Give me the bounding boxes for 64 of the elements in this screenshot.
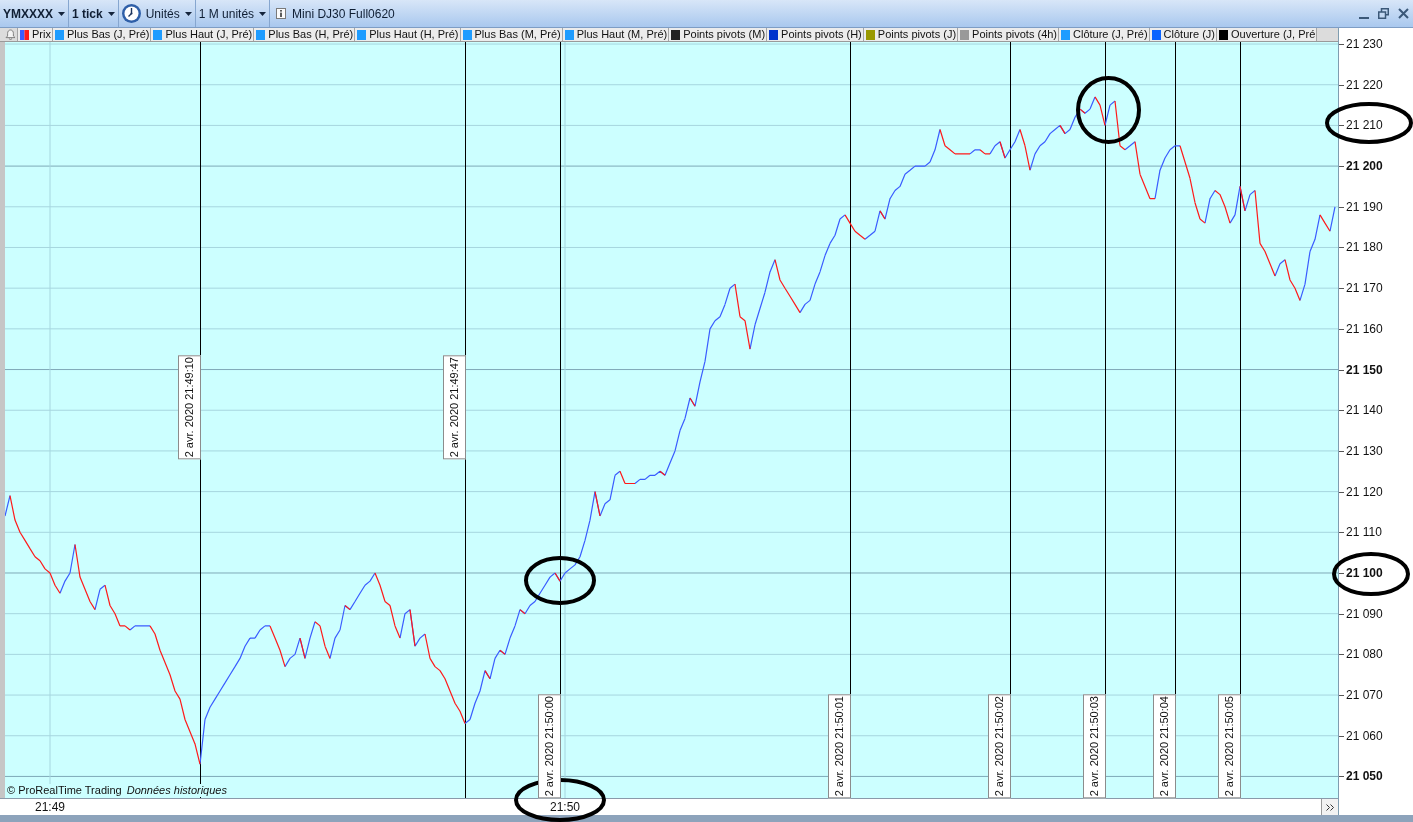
ellipse-mark <box>1076 76 1141 144</box>
quantity-dropdown[interactable]: 1 M unités <box>195 0 271 27</box>
legend-item[interactable]: Points pivots (H) <box>767 28 864 41</box>
axis-label: 21 160 <box>1346 321 1383 336</box>
double-chevron-icon <box>1326 803 1334 811</box>
chart-title: Mini DJ30 Full0620 <box>292 5 395 23</box>
ellipse-mark <box>524 556 596 605</box>
axis-label: 21 230 <box>1346 37 1383 52</box>
legend-item[interactable]: Plus Bas (M, Pré) <box>460 28 563 41</box>
legend-item[interactable]: Plus Haut (M, Pré) <box>562 28 670 41</box>
axis-label: 21 210 <box>1346 118 1383 133</box>
legend-item[interactable]: Ouverture (J, Pré <box>1216 28 1318 41</box>
axis-label: 21 150 <box>1346 362 1383 377</box>
restore-icon[interactable] <box>1378 8 1389 19</box>
axis-label: 21 060 <box>1346 728 1383 743</box>
legend-item[interactable]: Plus Haut (H, Pré) <box>355 28 461 41</box>
date-label: 2 avr. 2020 21:49:47 <box>443 355 466 460</box>
date-label: 2 avr. 2020 21:50:02 <box>988 693 1011 798</box>
scroll-right-button[interactable] <box>1321 799 1338 815</box>
axis-label: 21 090 <box>1346 606 1383 621</box>
close-icon[interactable] <box>1398 8 1409 19</box>
date-label: 2 avr. 2020 21:50:04 <box>1153 693 1176 798</box>
legend-item[interactable]: Clôture (J, Pré) <box>1059 28 1150 41</box>
axis-label: 21 190 <box>1346 199 1383 214</box>
legend-item[interactable]: Prix <box>18 28 53 41</box>
legend-item[interactable]: Plus Haut (J, Pré) <box>151 28 255 41</box>
legend-item[interactable]: Points pivots (J) <box>863 28 959 41</box>
legend-item[interactable]: Plus Bas (J, Pré) <box>52 28 152 41</box>
caret-icon <box>58 11 65 16</box>
caret-icon <box>107 11 115 16</box>
interval-dropdown[interactable]: 1 tick <box>69 0 119 27</box>
date-label: 2 avr. 2020 21:50:01 <box>828 693 851 798</box>
symbol-dropdown[interactable]: YMXXXX <box>0 0 69 27</box>
date-label: 2 avr. 2020 21:49:10 <box>178 355 201 460</box>
units-dropdown[interactable]: Unités <box>118 0 196 27</box>
date-label: 2 avr. 2020 21:50:03 <box>1083 693 1106 798</box>
minimize-icon[interactable] <box>1359 16 1369 19</box>
date-label: 2 avr. 2020 21:50:05 <box>1218 693 1241 798</box>
date-label: 2 avr. 2020 21:50:00 <box>538 693 561 798</box>
clock-icon <box>121 4 141 23</box>
legend-item[interactable]: Plus Bas (H, Pré) <box>254 28 356 41</box>
info-icon[interactable] <box>276 8 287 19</box>
legend-item[interactable]: Clôture (J) <box>1149 28 1217 41</box>
caret-icon <box>184 11 192 16</box>
axis-label: 21:49 <box>35 800 65 814</box>
axis-label: 21 130 <box>1346 443 1383 458</box>
axis-label: 21 170 <box>1346 281 1383 296</box>
copyright-text: © ProRealTime Trading <box>7 784 122 797</box>
legend-item[interactable]: Points pivots (4h) <box>958 28 1060 41</box>
legend-item[interactable]: Points pivots (M) <box>669 28 768 41</box>
axis-label: 21 110 <box>1346 525 1382 540</box>
axis-label: 21 200 <box>1346 159 1383 174</box>
axis-label: 21 140 <box>1346 403 1383 418</box>
data-source-label: Données historiques <box>126 784 227 797</box>
bell-icon <box>5 29 16 40</box>
axis-label: 21 100 <box>1346 566 1383 580</box>
axis-label: 21 050 <box>1346 769 1383 784</box>
axis-label: 21 220 <box>1346 77 1383 92</box>
axis-label: 21 180 <box>1346 240 1383 255</box>
axis-label: 21 070 <box>1346 688 1383 703</box>
axis-label: 21:50 <box>550 800 580 814</box>
caret-icon <box>259 11 267 16</box>
axis-label: 21 080 <box>1346 647 1383 662</box>
axis-label: 21 120 <box>1346 484 1383 499</box>
